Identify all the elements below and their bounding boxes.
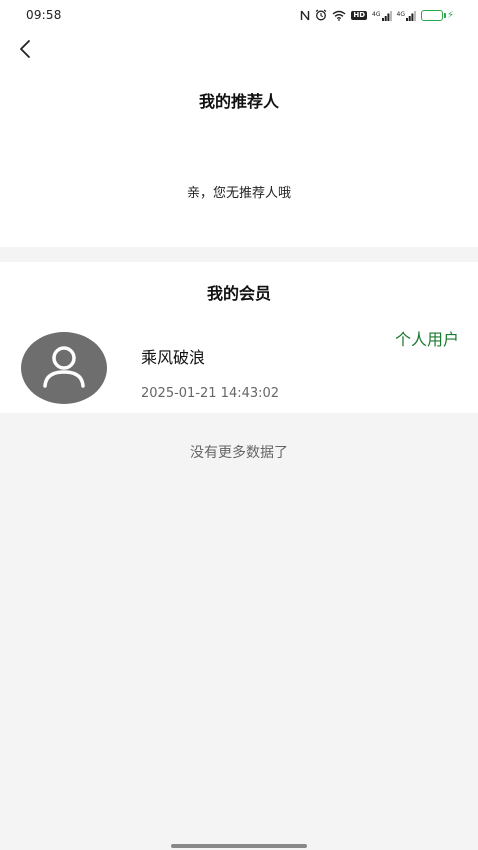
status-time: 09:58 — [26, 8, 62, 22]
signal-label: 4G — [372, 11, 381, 18]
charging-icon: ⚡ — [446, 9, 454, 21]
member-timestamp: 2025-01-21 14:43:02 — [141, 386, 280, 401]
members-title: 我的会员 — [206, 284, 271, 303]
home-indicator[interactable] — [171, 844, 307, 848]
avatar — [21, 332, 107, 404]
signal-icon: 4G — [397, 9, 416, 21]
member-name: 乘风破浪 — [141, 348, 206, 367]
signal-label: 4G — [396, 11, 405, 18]
hd-icon: HD — [351, 9, 368, 21]
no-more-data-text: 没有更多数据了 — [190, 445, 288, 461]
nfc-icon — [300, 9, 310, 21]
battery-icon: ⚡ — [420, 9, 454, 21]
chevron-left-icon — [18, 39, 32, 63]
user-icon — [40, 344, 88, 392]
referrer-empty-text: 亲，您无推荐人哦 — [186, 186, 291, 201]
list-item[interactable]: 乘风破浪 2025-01-21 14:43:02 个人用户 — [0, 324, 478, 412]
wifi-icon — [332, 9, 346, 21]
referrer-title: 我的推荐人 — [198, 92, 279, 111]
status-icons: HD 4G 4G ⚡ — [300, 9, 454, 21]
signal-icon: 4G — [372, 9, 392, 21]
referrer-panel — [0, 0, 478, 247]
alarm-icon — [315, 9, 327, 21]
member-type-badge: 个人用户 — [394, 330, 459, 349]
back-button[interactable] — [12, 38, 38, 64]
hd-label: HD — [351, 10, 368, 20]
status-bar: 09:58 HD 4G 4G ⚡ — [0, 0, 478, 30]
members-panel: 我的会员 乘风破浪 2025-01-21 14:43:02 个人用户 — [0, 262, 478, 413]
